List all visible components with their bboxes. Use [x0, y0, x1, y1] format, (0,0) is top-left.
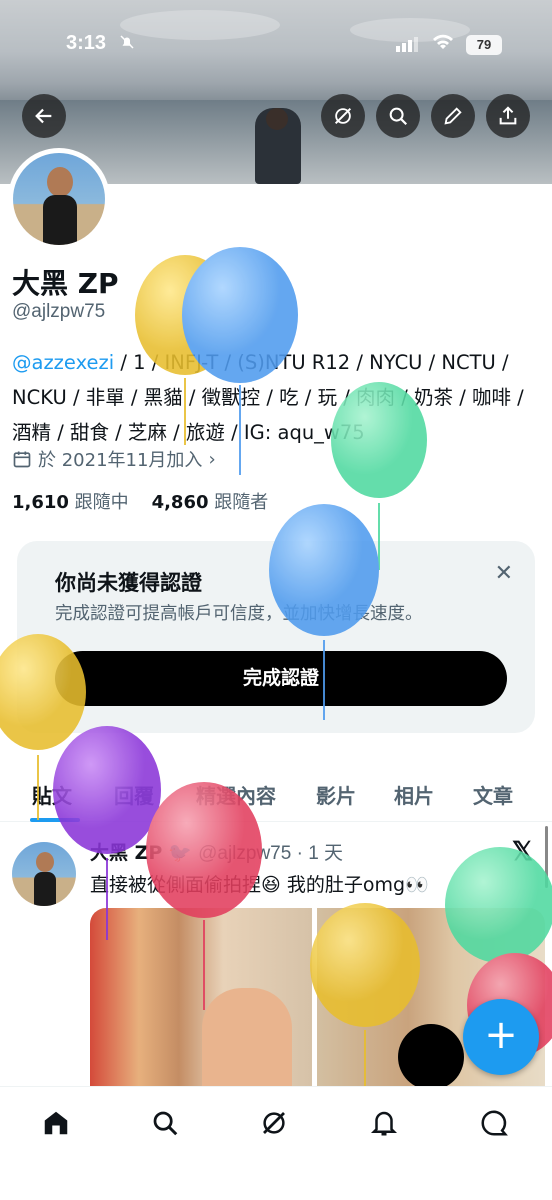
blackout-circle — [398, 1024, 464, 1090]
compose-post-button[interactable]: + — [463, 999, 539, 1075]
balloon-green — [331, 382, 427, 498]
balloon-blue — [182, 247, 298, 383]
balloon-yellow — [310, 903, 420, 1027]
nav-messages[interactable] — [476, 1105, 512, 1141]
nav-notifications[interactable] — [366, 1105, 402, 1141]
messages-icon — [481, 1110, 508, 1136]
balloon-red — [146, 782, 262, 918]
bottom-navigation — [0, 1086, 552, 1200]
nav-grok[interactable] — [256, 1105, 292, 1141]
plus-icon: + — [484, 1012, 518, 1058]
grok-icon — [263, 1112, 285, 1134]
bell-icon — [370, 1111, 398, 1136]
balloon-yellow — [0, 634, 86, 750]
balloon-purple — [53, 726, 161, 854]
nav-search[interactable] — [147, 1105, 183, 1141]
balloon-blue — [269, 504, 379, 636]
balloon-green — [445, 847, 552, 963]
search-icon — [153, 1111, 178, 1136]
nav-home[interactable] — [38, 1105, 74, 1141]
home-icon — [44, 1111, 68, 1135]
